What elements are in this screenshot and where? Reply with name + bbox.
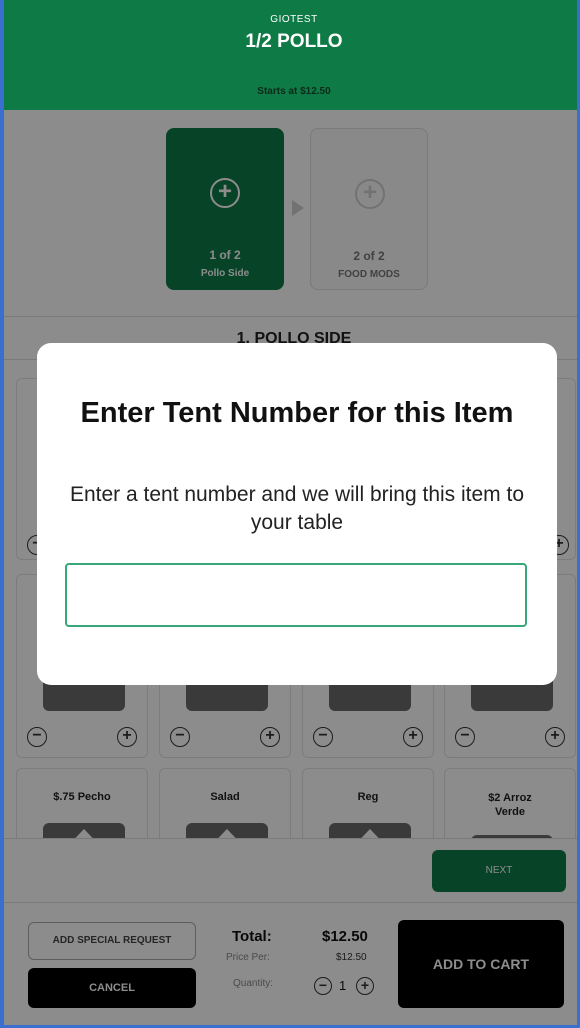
app-frame: GIOTEST 1/2 POLLO Starts at $12.50 + 1 o… xyxy=(0,0,580,1028)
store-name: GIOTEST xyxy=(270,14,318,25)
tent-number-modal: Enter Tent Number for this Item Enter a … xyxy=(37,343,557,685)
tent-number-input[interactable] xyxy=(65,563,527,627)
starting-price: Starts at $12.50 xyxy=(257,86,331,97)
item-header: GIOTEST 1/2 POLLO Starts at $12.50 xyxy=(4,0,577,110)
modal-subtitle: Enter a tent number and we will bring th… xyxy=(69,483,525,534)
item-title: 1/2 POLLO xyxy=(245,31,343,52)
modal-title: Enter Tent Number for this Item xyxy=(80,397,514,429)
